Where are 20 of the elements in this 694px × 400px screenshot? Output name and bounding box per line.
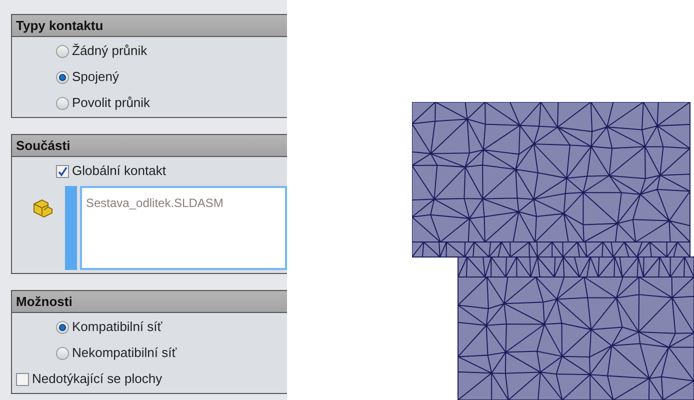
section-header: Součásti (12, 135, 287, 157)
part-icon (32, 198, 54, 218)
checkbox[interactable] (56, 164, 69, 178)
option-label: Nedotýkající se plochy (32, 370, 162, 388)
radio-button[interactable] (56, 70, 69, 84)
option-label: Globální kontakt (72, 162, 166, 180)
radio-button[interactable] (56, 96, 69, 110)
option-label: Povolit průnik (72, 94, 150, 112)
radio-button[interactable] (56, 346, 69, 360)
section-header: Možnosti (12, 291, 287, 313)
radio-button[interactable] (56, 320, 69, 334)
option-label: Spojený (72, 68, 119, 86)
option-label: Kompatibilní síť (72, 318, 162, 336)
option-label: Žádný průnik (72, 42, 148, 60)
components-list[interactable]: Sestava_odlitek.SLDASM (80, 186, 287, 270)
checkbox[interactable] (16, 372, 29, 386)
option-label: Nekompatibilní síť (72, 344, 177, 362)
radio-button[interactable] (56, 44, 69, 58)
section-header: Typy kontaktu (12, 15, 287, 37)
list-item[interactable]: Sestava_odlitek.SLDASM (86, 194, 281, 212)
